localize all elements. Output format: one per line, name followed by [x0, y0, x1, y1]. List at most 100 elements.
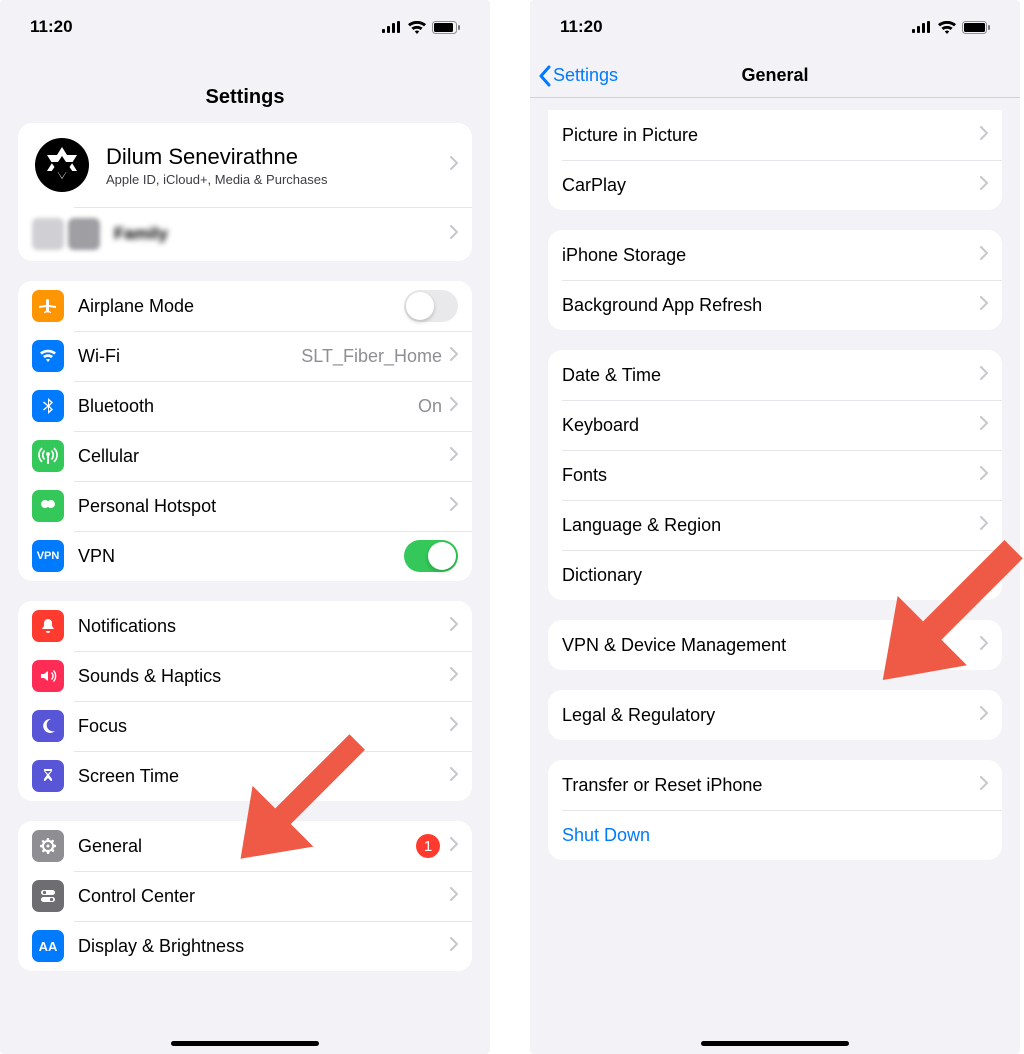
antenna-icon: [32, 440, 64, 472]
control-center-label: Control Center: [78, 886, 450, 907]
chevron-right-icon: [980, 416, 988, 435]
general-content: Picture in Picture CarPlay iPhone Storag…: [530, 110, 1020, 860]
carplay-cell[interactable]: CarPlay: [548, 160, 1002, 210]
shut-down-cell[interactable]: Shut Down: [548, 810, 1002, 860]
chevron-right-icon: [980, 466, 988, 485]
bluetooth-cell[interactable]: Bluetooth On: [18, 381, 472, 431]
storage-label: iPhone Storage: [562, 245, 980, 266]
general-cell[interactable]: General 1: [18, 821, 472, 871]
cellular-signal-icon: [382, 21, 402, 33]
display-brightness-cell[interactable]: AA Display & Brightness: [18, 921, 472, 971]
chevron-right-icon: [450, 667, 458, 686]
chevron-right-icon: [450, 617, 458, 636]
apple-id-cell[interactable]: Dilum Senevirathne Apple ID, iCloud+, Me…: [18, 123, 472, 207]
connectivity-group: Airplane Mode Wi-Fi SLT_Fiber_Home Bluet…: [18, 281, 472, 581]
airplane-icon: [32, 290, 64, 322]
focus-label: Focus: [78, 716, 450, 737]
language-region-cell[interactable]: Language & Region: [548, 500, 1002, 550]
avatar: [32, 135, 92, 195]
picture-in-picture-cell[interactable]: Picture in Picture: [548, 110, 1002, 160]
status-icons: [382, 21, 460, 34]
datetime-group: Date & Time Keyboard Fonts Language & Re…: [548, 350, 1002, 600]
family-avatar-icon: [32, 218, 64, 250]
toggles-icon: [32, 880, 64, 912]
moon-icon: [32, 710, 64, 742]
fonts-label: Fonts: [562, 465, 980, 486]
hotspot-cell[interactable]: Personal Hotspot: [18, 481, 472, 531]
settings-page-title: Settings: [0, 54, 490, 123]
chevron-right-icon: [980, 516, 988, 535]
carplay-label: CarPlay: [562, 175, 980, 196]
speaker-icon: [32, 660, 64, 692]
hotspot-icon: [32, 490, 64, 522]
nav-bar: Settings General: [530, 54, 1020, 98]
iphone-storage-cell[interactable]: iPhone Storage: [548, 230, 1002, 280]
chevron-right-icon: [980, 296, 988, 315]
keyboard-cell[interactable]: Keyboard: [548, 400, 1002, 450]
vpn-toggle[interactable]: [404, 540, 458, 572]
control-center-cell[interactable]: Control Center: [18, 871, 472, 921]
general-group: General 1 Control Center AA Display & Br…: [18, 821, 472, 971]
airplane-mode-toggle[interactable]: [404, 290, 458, 322]
bluetooth-label: Bluetooth: [78, 396, 418, 417]
screen-time-cell[interactable]: Screen Time: [18, 751, 472, 801]
family-cell[interactable]: Family: [18, 207, 472, 261]
bluetooth-icon: [32, 390, 64, 422]
notifications-group: Notifications Sounds & Haptics Focus: [18, 601, 472, 801]
wifi-cell[interactable]: Wi-Fi SLT_Fiber_Home: [18, 331, 472, 381]
sounds-cell[interactable]: Sounds & Haptics: [18, 651, 472, 701]
vpn-device-management-cell[interactable]: VPN & Device Management: [548, 620, 1002, 670]
chevron-right-icon: [450, 347, 458, 366]
chevron-right-icon: [980, 176, 988, 195]
chevron-right-icon: [450, 717, 458, 736]
vpndm-label: VPN & Device Management: [562, 635, 980, 656]
home-indicator[interactable]: [701, 1041, 849, 1046]
airplane-mode-label: Airplane Mode: [78, 296, 404, 317]
pip-group: Picture in Picture CarPlay: [548, 110, 1002, 210]
chevron-right-icon: [450, 887, 458, 906]
notifications-label: Notifications: [78, 616, 450, 637]
vpn-cell[interactable]: VPN VPN: [18, 531, 472, 581]
chevron-right-icon: [450, 156, 458, 175]
chevron-right-icon: [450, 767, 458, 786]
wifi-icon: [408, 21, 426, 34]
date-time-cell[interactable]: Date & Time: [548, 350, 1002, 400]
hotspot-label: Personal Hotspot: [78, 496, 450, 517]
chevron-right-icon: [980, 566, 988, 585]
reset-group: Transfer or Reset iPhone Shut Down: [548, 760, 1002, 860]
status-icons: [912, 21, 990, 34]
shutdown-label: Shut Down: [562, 825, 988, 846]
dictionary-cell[interactable]: Dictionary: [548, 550, 1002, 600]
chevron-right-icon: [450, 497, 458, 516]
chevron-right-icon: [980, 126, 988, 145]
status-time: 11:20: [560, 17, 603, 37]
chevron-right-icon: [450, 397, 458, 416]
legal-regulatory-cell[interactable]: Legal & Regulatory: [548, 690, 1002, 740]
status-bar: 11:20: [0, 0, 490, 54]
family-avatar-icon: [68, 218, 100, 250]
fonts-cell[interactable]: Fonts: [548, 450, 1002, 500]
transfer-reset-cell[interactable]: Transfer or Reset iPhone: [548, 760, 1002, 810]
phone-settings: 11:20 Settings: [0, 0, 490, 1054]
cellular-cell[interactable]: Cellular: [18, 431, 472, 481]
bell-icon: [32, 610, 64, 642]
transfer-label: Transfer or Reset iPhone: [562, 775, 980, 796]
back-button[interactable]: Settings: [538, 65, 618, 87]
vpn-label: VPN: [78, 546, 404, 567]
wifi-value: SLT_Fiber_Home: [301, 346, 442, 367]
family-avatars: [32, 218, 100, 250]
wifi-icon: [938, 21, 956, 34]
cellular-signal-icon: [912, 21, 932, 33]
status-time: 11:20: [30, 17, 73, 37]
bluetooth-value: On: [418, 396, 442, 417]
chevron-right-icon: [980, 636, 988, 655]
datetime-label: Date & Time: [562, 365, 980, 386]
vpn-icon: VPN: [32, 540, 64, 572]
chevron-right-icon: [450, 447, 458, 466]
home-indicator[interactable]: [171, 1041, 319, 1046]
settings-content: Dilum Senevirathne Apple ID, iCloud+, Me…: [0, 123, 490, 971]
focus-cell[interactable]: Focus: [18, 701, 472, 751]
airplane-mode-cell[interactable]: Airplane Mode: [18, 281, 472, 331]
notifications-cell[interactable]: Notifications: [18, 601, 472, 651]
background-refresh-cell[interactable]: Background App Refresh: [548, 280, 1002, 330]
